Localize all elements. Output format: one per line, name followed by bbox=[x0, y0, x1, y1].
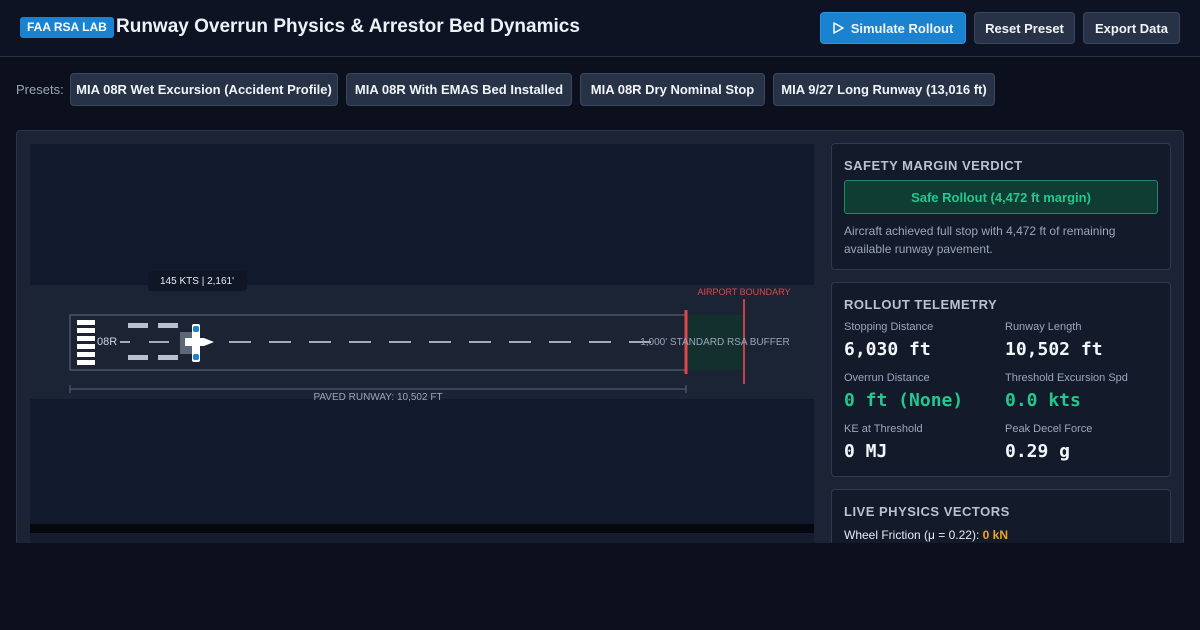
aircraft-readout: 145 KTS | 2,161' bbox=[160, 276, 234, 287]
stopping-distance-label: Stopping Distance bbox=[844, 321, 934, 333]
runway-canvas: 08R 145 KTS | 2,161' AIRPORT BOUNDARY 1,… bbox=[30, 271, 814, 544]
excursion-speed-label: Threshold Excursion Spd bbox=[1005, 372, 1128, 384]
page-backdrop bbox=[0, 543, 1200, 630]
physics-vectors-heading: LIVE PHYSICS VECTORS bbox=[844, 504, 1010, 519]
overrun-distance-value: 0 ft (None) bbox=[844, 390, 964, 411]
runway-length-value: 10,502 ft bbox=[1005, 339, 1103, 360]
rsa-buffer-label: 1,000' STANDARD RSA BUFFER bbox=[640, 337, 790, 348]
wheel-friction-label: Wheel Friction (μ = 0.22): bbox=[844, 528, 980, 542]
chart-divider bbox=[30, 524, 814, 533]
overrun-distance-label: Overrun Distance bbox=[844, 372, 930, 384]
runway-visualization: 08R 145 KTS | 2,161' AIRPORT BOUNDARY 1,… bbox=[30, 144, 814, 544]
page-title: Runway Overrun Physics & Arrestor Bed Dy… bbox=[116, 16, 580, 37]
simulate-rollout-label: Simulate Rollout bbox=[850, 20, 954, 36]
verdict-description: Aircraft achieved full stop with 4,472 f… bbox=[844, 224, 1116, 256]
top-bar: FAA RSA LAB Runway Overrun Physics & Arr… bbox=[0, 0, 1200, 57]
excursion-speed-value: 0.0 kts bbox=[1005, 390, 1081, 411]
preset-wet-excursion[interactable]: MIA 08R Wet Excursion (Accident Profile) bbox=[70, 73, 338, 106]
presets-label: Presets: bbox=[16, 82, 64, 97]
safety-verdict-heading: SAFETY MARGIN VERDICT bbox=[844, 158, 1023, 173]
airport-boundary-label: AIRPORT BOUNDARY bbox=[697, 287, 790, 297]
telemetry-heading: ROLLOUT TELEMETRY bbox=[844, 297, 998, 312]
wheel-friction-value: 0 kN bbox=[982, 528, 1008, 542]
runway-id-label: 08R bbox=[97, 336, 117, 348]
paved-runway-label: PAVED RUNWAY: 10,502 FT bbox=[313, 392, 442, 403]
export-data-button[interactable]: Export Data bbox=[1083, 12, 1180, 44]
play-icon bbox=[832, 22, 844, 34]
wheel-friction-row: Wheel Friction (μ = 0.22): 0 kN bbox=[844, 528, 1008, 542]
safety-verdict-panel: SAFETY MARGIN VERDICT Safe Rollout (4,47… bbox=[831, 143, 1171, 270]
ke-threshold-value: 0 MJ bbox=[844, 441, 888, 462]
simulate-rollout-button[interactable]: Simulate Rollout bbox=[820, 12, 966, 44]
runway-length-label: Runway Length bbox=[1005, 321, 1082, 333]
app-badge: FAA RSA LAB bbox=[20, 17, 114, 38]
ke-threshold-label: KE at Threshold bbox=[844, 423, 923, 435]
preset-dry-nominal[interactable]: MIA 08R Dry Nominal Stop bbox=[580, 73, 765, 106]
preset-long-runway[interactable]: MIA 9/27 Long Runway (13,016 ft) bbox=[773, 73, 995, 106]
peak-decel-value: 0.29 g bbox=[1005, 441, 1071, 462]
stopping-distance-value: 6,030 ft bbox=[844, 339, 931, 360]
reset-preset-button[interactable]: Reset Preset bbox=[974, 12, 1075, 44]
verdict-status-badge: Safe Rollout (4,472 ft margin) bbox=[844, 180, 1158, 214]
preset-emas-bed[interactable]: MIA 08R With EMAS Bed Installed bbox=[346, 73, 572, 106]
peak-decel-label: Peak Decel Force bbox=[1005, 423, 1093, 435]
telemetry-panel: ROLLOUT TELEMETRY Stopping Distance 6,03… bbox=[831, 282, 1171, 477]
